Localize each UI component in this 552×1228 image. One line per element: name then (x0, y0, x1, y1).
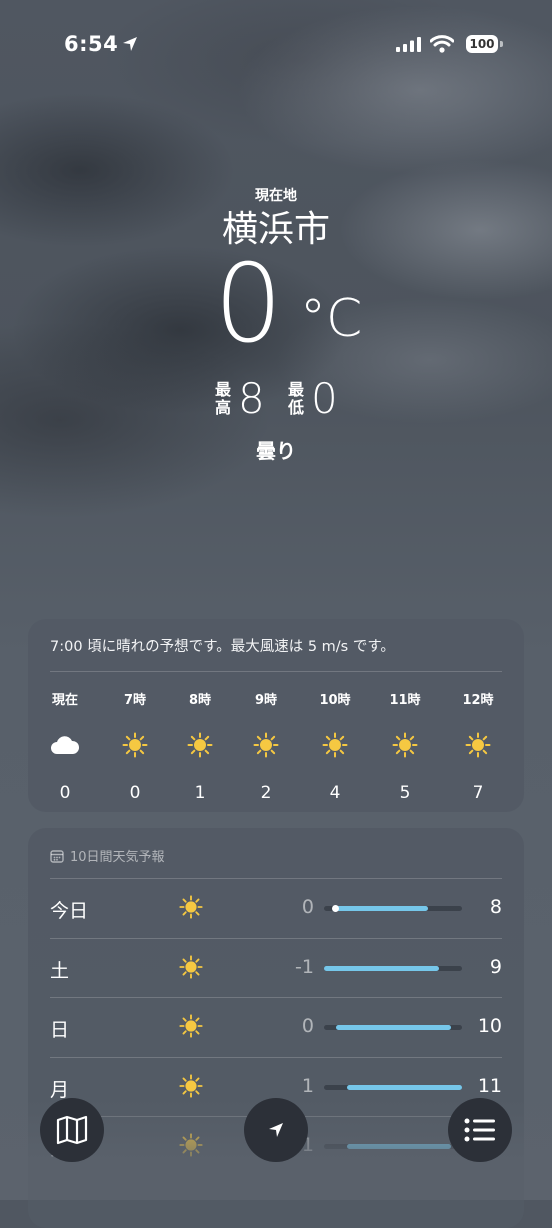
sun-icon (179, 1073, 203, 1098)
hour-icon (40, 731, 90, 759)
temp-range-track (324, 1084, 462, 1090)
list-icon (464, 1118, 495, 1142)
day-icon (178, 1132, 204, 1162)
day-label: 日 (50, 1019, 70, 1041)
day-low: 0 (301, 1015, 314, 1037)
hour-icon (241, 731, 291, 759)
day-high: 10 (477, 1015, 502, 1037)
sun-icon (322, 732, 348, 758)
hour-label: 12時 (462, 693, 494, 708)
day-high: 11 (477, 1074, 502, 1097)
sun-icon (179, 954, 203, 979)
divider (50, 878, 502, 879)
hour-label: 7時 (123, 693, 147, 708)
current-weather: 現在地 横浜市 0 °C 最高 8 最低 0 曇り (0, 185, 552, 464)
hour-temp: 4 (329, 783, 341, 803)
calendar-icon (50, 849, 64, 863)
location-label: 現在地 (255, 188, 297, 204)
sun-icon (179, 1014, 203, 1038)
hour-label: 8時 (188, 693, 212, 708)
hour-label: 10時 (319, 693, 351, 708)
list-button[interactable] (448, 1098, 512, 1162)
low-label: 最低 (287, 380, 304, 417)
sun-icon (187, 732, 213, 758)
temp-range-track (324, 905, 462, 912)
daily-row[interactable]: 日 0 10 (28, 997, 524, 1057)
hourly-forecast-card[interactable]: 7:00 頃に晴れの予想です。最大風速は 5 m/s です。 現在 0 7時 0 8… (28, 619, 524, 812)
sun-icon (179, 895, 203, 919)
day-high: 8 (489, 896, 502, 918)
map-button[interactable] (40, 1098, 104, 1162)
day-label: 土 (50, 959, 70, 982)
battery-level: 100 (469, 37, 495, 51)
high-label: 最高 (214, 380, 231, 417)
temp-range-bar (347, 1084, 462, 1090)
hour-temp: 2 (260, 783, 272, 803)
day-icon (178, 1013, 204, 1043)
temp-range-track (324, 965, 462, 971)
divider (50, 997, 502, 998)
temp-range-bar (335, 1025, 451, 1030)
hour-icon (175, 731, 225, 759)
hour-icon (310, 731, 360, 759)
sun-icon (122, 732, 148, 758)
high-low: 最高 8 最低 0 (0, 377, 552, 427)
day-high: 9 (489, 955, 502, 978)
wifi-icon (430, 35, 454, 53)
status-bar: 6:54 100 (0, 30, 552, 60)
day-low: 0 (301, 896, 314, 918)
ten-day-header: 10日間天気予報 (50, 846, 165, 865)
cellular-signal-icon (396, 37, 421, 52)
sun-icon (253, 732, 279, 758)
temperature-unit: °C (300, 289, 363, 349)
ten-day-forecast-card[interactable]: 10日間天気予報 今日 0 8 土 -1 9 日 0 10 月 1 11 1 (28, 828, 524, 1228)
temp-range-bar (335, 906, 428, 911)
hour-icon (110, 731, 160, 759)
map-icon (56, 1115, 88, 1145)
temperature-value: 0 (214, 242, 283, 367)
temp-range-bar (347, 1144, 451, 1149)
hour-icon (380, 731, 430, 759)
temp-range-track (324, 1144, 462, 1149)
day-low: -1 (295, 955, 314, 978)
sun-icon (179, 1133, 203, 1157)
day-icon (178, 894, 204, 924)
sun-icon (392, 732, 418, 758)
day-low: 1 (301, 1074, 314, 1097)
cloud-icon (51, 736, 80, 754)
hour-label: 現在 (51, 693, 78, 708)
hour-temp: 5 (399, 783, 411, 803)
hour-temp: 7 (472, 783, 484, 803)
hour-label: 11時 (389, 693, 421, 708)
hour-temp: 0 (59, 783, 71, 803)
day-icon (178, 954, 204, 984)
divider (50, 671, 502, 672)
location-arrow-icon (269, 1123, 283, 1137)
location-button[interactable] (244, 1098, 308, 1162)
hour-temp: 1 (194, 783, 206, 803)
current-temperature: 0 °C (0, 245, 552, 373)
ten-day-title: 10日間天気予報 (70, 850, 165, 865)
daily-row[interactable]: 今日 0 8 (28, 878, 524, 938)
sun-icon (465, 732, 491, 758)
forecast-summary: 7:00 頃に晴れの予想です。最大風速は 5 m/s です。 (50, 639, 395, 655)
day-label: 今日 (50, 900, 89, 922)
location-arrow-icon (123, 37, 137, 51)
divider (50, 937, 502, 939)
hour-temp: 0 (129, 783, 141, 803)
hour-icon (453, 731, 503, 759)
battery-icon: 100 (466, 35, 498, 53)
temp-range-bar (324, 965, 439, 971)
low-value: 0 (311, 374, 338, 423)
divider (50, 1056, 502, 1058)
high-value: 8 (238, 374, 265, 423)
current-temp-dot (332, 905, 339, 912)
condition-text: 曇り (256, 439, 296, 463)
hour-label: 9時 (254, 693, 278, 708)
battery-cap (500, 41, 503, 47)
daily-row[interactable]: 土 -1 9 (28, 937, 524, 998)
temp-range-track (324, 1025, 462, 1030)
day-icon (178, 1073, 204, 1103)
status-time: 6:54 (64, 32, 119, 56)
